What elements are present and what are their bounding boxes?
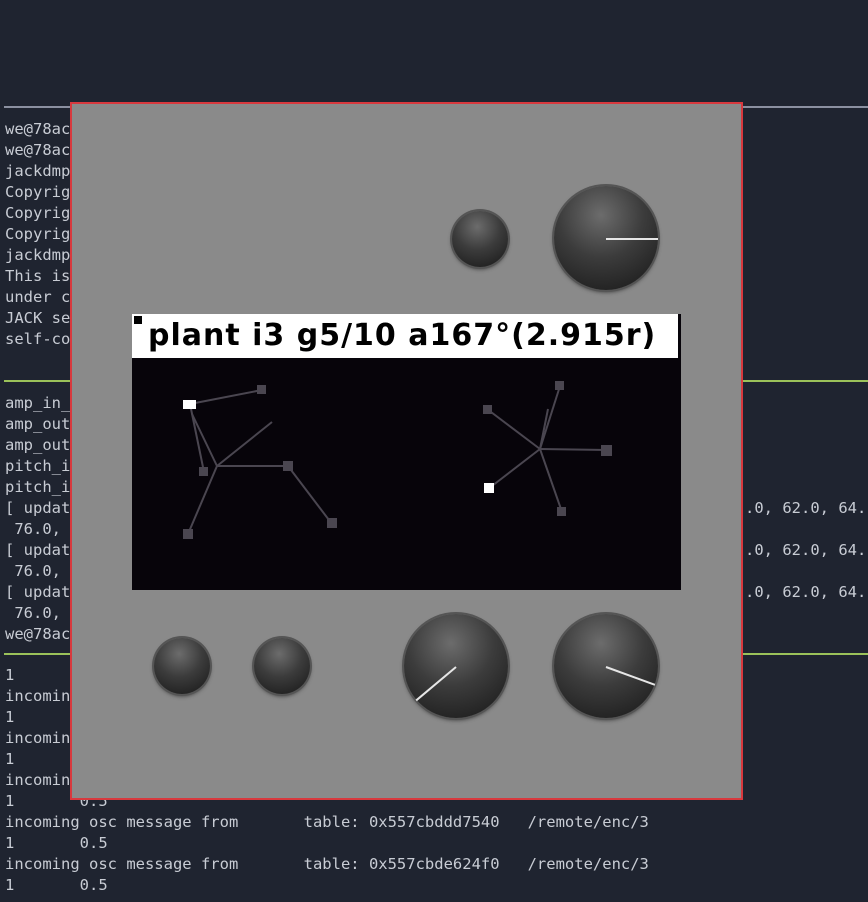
plant-graphics	[183, 381, 612, 539]
key2-button[interactable]	[154, 638, 210, 694]
terminal-line: jackdmp	[5, 162, 71, 180]
terminal-line: amp_out	[5, 436, 71, 454]
terminal-line: we@78ac	[5, 141, 71, 159]
terminal-line: Copyrig	[5, 204, 71, 222]
terminal-line: Copyrig	[5, 225, 71, 243]
enc2-indicator	[415, 666, 457, 702]
terminal-line: we@78ac	[5, 120, 71, 138]
enc1-indicator	[606, 238, 658, 240]
terminal-line: JACK se	[5, 309, 71, 327]
plant-left-cursor	[183, 400, 196, 409]
terminal-line: amp_out	[5, 415, 71, 433]
terminal-line: 1	[5, 666, 15, 684]
terminal-line: incomin	[5, 729, 71, 747]
terminal-line: [ updat	[5, 541, 71, 559]
terminal-line: [ updat	[5, 583, 71, 601]
norns-window: plant i3 g5/10 a167°(2.915r)	[70, 102, 743, 800]
terminal-line: 1 0.5	[5, 876, 108, 894]
terminal-line: 1	[5, 750, 15, 768]
terminal-line: incomin	[5, 687, 71, 705]
terminal-line-fragment: .0, 62.0, 64.	[745, 583, 867, 601]
terminal-line: 76.0,	[5, 562, 61, 580]
enc3-indicator	[605, 666, 656, 686]
key1-button[interactable]	[452, 211, 508, 267]
terminal-line: self-co	[5, 330, 71, 348]
enc3-knob[interactable]	[554, 614, 658, 718]
terminal-line: pitch_i	[5, 478, 71, 496]
terminal-line: pitch_i	[5, 457, 71, 475]
terminal-line: jackdmp	[5, 246, 71, 264]
terminal-line: we@78ac	[5, 625, 71, 643]
terminal-line: Copyrig	[5, 183, 71, 201]
terminal-line: incoming osc message from table: 0x557cb…	[5, 813, 649, 831]
terminal-line: incoming osc message from table: 0x557cb…	[5, 855, 649, 873]
terminal-line: This is	[5, 267, 71, 285]
terminal-line: 1	[5, 708, 15, 726]
plant-right-cursor	[484, 483, 494, 493]
terminal-line: 1 0.5	[5, 834, 108, 852]
oled-screen: plant i3 g5/10 a167°(2.915r)	[132, 314, 681, 590]
terminal-line: 76.0,	[5, 520, 61, 538]
terminal-line-fragment: .0, 62.0, 64.	[745, 499, 867, 517]
plant-right	[483, 381, 612, 516]
enc1-knob[interactable]	[554, 186, 658, 290]
terminal-line: [ updat	[5, 499, 71, 517]
key3-button[interactable]	[254, 638, 310, 694]
terminal-line: under c	[5, 288, 71, 306]
plant-left	[183, 385, 337, 539]
terminal-line: amp_in_	[5, 394, 71, 412]
terminal-line: incomin	[5, 771, 71, 789]
terminal-line: 76.0,	[5, 604, 61, 622]
terminal-line-fragment: .0, 62.0, 64.	[745, 541, 867, 559]
enc2-knob[interactable]	[404, 614, 508, 718]
